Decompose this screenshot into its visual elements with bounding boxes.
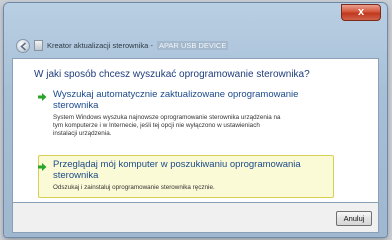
footer-bar: Anuluj bbox=[12, 203, 379, 233]
wizard-window: x Kreator aktualizacji sterownika - APAR… bbox=[4, 3, 387, 237]
option-description-line: tym komputerze i w Internecie, jeśli tej… bbox=[53, 122, 260, 129]
close-button[interactable]: x bbox=[341, 4, 381, 21]
window-title-prefix: Kreator aktualizacji sterownika - bbox=[47, 41, 155, 50]
page-heading: W jaki sposób chcesz wyszukać oprogramow… bbox=[34, 69, 310, 80]
window-title: Kreator aktualizacji sterownika - APAR U… bbox=[47, 41, 229, 50]
option-title[interactable]: Przeglądaj mój komputer w poszukiwaniu o… bbox=[53, 159, 323, 181]
cancel-button[interactable]: Anuluj bbox=[336, 211, 372, 226]
option-description-line: System Windows wyszuka najnowsze oprogra… bbox=[53, 114, 281, 121]
option-title[interactable]: Wyszukaj automatycznie zaktualizowane op… bbox=[53, 89, 343, 111]
option-browse-computer[interactable]: Przeglądaj mój komputer w poszukiwaniu o… bbox=[37, 159, 333, 197]
option-description-line: instalacji urządzenia. bbox=[53, 130, 112, 137]
window-title-device: APAR USB DEVICE bbox=[156, 41, 229, 50]
device-wizard-icon bbox=[34, 40, 43, 51]
content-panel: W jaki sposób chcesz wyszukać oprogramow… bbox=[12, 58, 379, 203]
back-button[interactable] bbox=[16, 39, 30, 53]
option-search-automatically[interactable]: Wyszukaj automatycznie zaktualizowane op… bbox=[37, 89, 357, 149]
title-bar: x bbox=[4, 3, 387, 33]
option-description: Odszukaj i zainstaluj oprogramowanie ste… bbox=[53, 184, 353, 192]
green-arrow-icon bbox=[38, 93, 47, 101]
option-description-line: Odszukaj i zainstaluj oprogramowanie ste… bbox=[53, 184, 215, 191]
green-arrow-icon bbox=[38, 163, 47, 171]
option-description: System Windows wyszuka najnowsze oprogra… bbox=[53, 114, 353, 138]
back-arrow-icon bbox=[20, 42, 27, 51]
